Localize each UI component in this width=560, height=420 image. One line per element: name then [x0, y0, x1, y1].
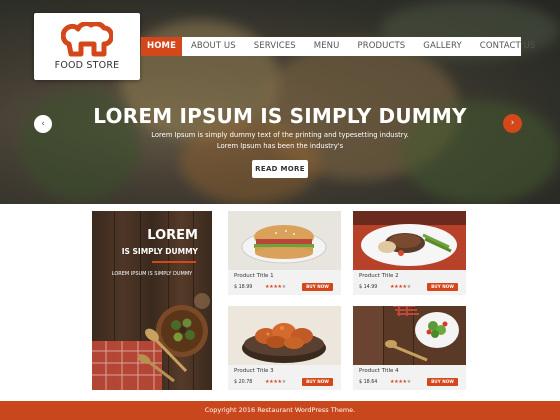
slider-next-button[interactable]: ›	[503, 114, 522, 133]
promo-subtitle: IS SIMPLY DUMMY	[121, 247, 198, 256]
product-image[interactable]	[228, 211, 341, 270]
product-card[interactable]: Product Title 3 $ 20.78 ★★★★★ BUY NOW	[228, 306, 341, 390]
chevron-right-icon: ›	[510, 118, 515, 128]
buy-now-button[interactable]: BUY NOW	[302, 378, 333, 386]
footer-copyright: Copyright 2016 Restaurant WordPress Them…	[204, 406, 356, 414]
slider-prev-button[interactable]: ‹	[34, 115, 52, 133]
rating-stars: ★★★★★	[390, 379, 411, 385]
rating-stars: ★★★★★	[265, 379, 286, 385]
nav-item-products[interactable]: PRODUCTS	[348, 37, 414, 56]
product-card[interactable]: Product Title 2 $ 14.99 ★★★★★ BUY NOW	[353, 211, 466, 295]
buy-now-button[interactable]: BUY NOW	[427, 378, 458, 386]
page: FOOD STORE HOME ABOUT US SERVICES MENU P…	[0, 0, 560, 420]
hero-subtitle: Lorem Ipsum is simply dummy text of the …	[151, 131, 409, 150]
product-title: Product Title 3	[234, 368, 274, 374]
chevron-left-icon: ‹	[41, 119, 45, 129]
product-image[interactable]	[353, 306, 466, 365]
nav-item-home[interactable]: HOME	[141, 37, 183, 56]
product-card[interactable]: Product Title 1 $ 18.99 ★★★★★ BUY NOW	[228, 211, 341, 295]
nav-item-gallery[interactable]: GALLERY	[414, 37, 471, 56]
product-price: $ 18.64	[359, 380, 378, 385]
nav-item-contact[interactable]: CONTACT US	[471, 37, 545, 56]
product-card[interactable]: Product Title 4 $ 18.64 ★★★★★ BUY NOW	[353, 306, 466, 390]
product-title: Product Title 2	[359, 273, 399, 279]
product-image[interactable]	[353, 211, 466, 270]
nav-item-about[interactable]: ABOUT US	[182, 37, 245, 56]
site-logo[interactable]: FOOD STORE	[34, 13, 140, 80]
main-nav: HOME ABOUT US SERVICES MENU PRODUCTS GAL…	[141, 37, 535, 56]
buy-now-button[interactable]: BUY NOW	[302, 283, 333, 291]
read-more-button[interactable]: READ MORE	[252, 160, 308, 178]
promo-title: LOREM	[147, 228, 198, 243]
nav-item-menu[interactable]: MENU	[305, 37, 349, 56]
product-title: Product Title 4	[359, 368, 399, 374]
logo-text: FOOD STORE	[54, 60, 120, 71]
chef-hat-icon	[61, 22, 113, 57]
nav-item-services[interactable]: SERVICES	[245, 37, 305, 56]
product-price: $ 18.99	[234, 285, 253, 290]
product-price: $ 14.99	[359, 285, 378, 290]
hero-slider: FOOD STORE HOME ABOUT US SERVICES MENU P…	[0, 0, 560, 204]
promo-panel[interactable]: LOREM IS SIMPLY DUMMY LOREM IPSUM IS SIM…	[92, 211, 212, 390]
product-price: $ 20.78	[234, 380, 253, 385]
rating-stars: ★★★★★	[390, 284, 411, 290]
promo-divider	[152, 261, 196, 263]
hero-title: LOREM IPSUM IS SIMPLY DUMMY	[93, 104, 467, 128]
product-title: Product Title 1	[234, 273, 274, 279]
product-image[interactable]	[228, 306, 341, 365]
buy-now-button[interactable]: BUY NOW	[427, 283, 458, 291]
promo-text: LOREM IPSUM IS SIMPLY DUMMY	[111, 271, 193, 277]
site-footer: Copyright 2016 Restaurant WordPress Them…	[0, 401, 560, 420]
rating-stars: ★★★★★	[265, 284, 286, 290]
